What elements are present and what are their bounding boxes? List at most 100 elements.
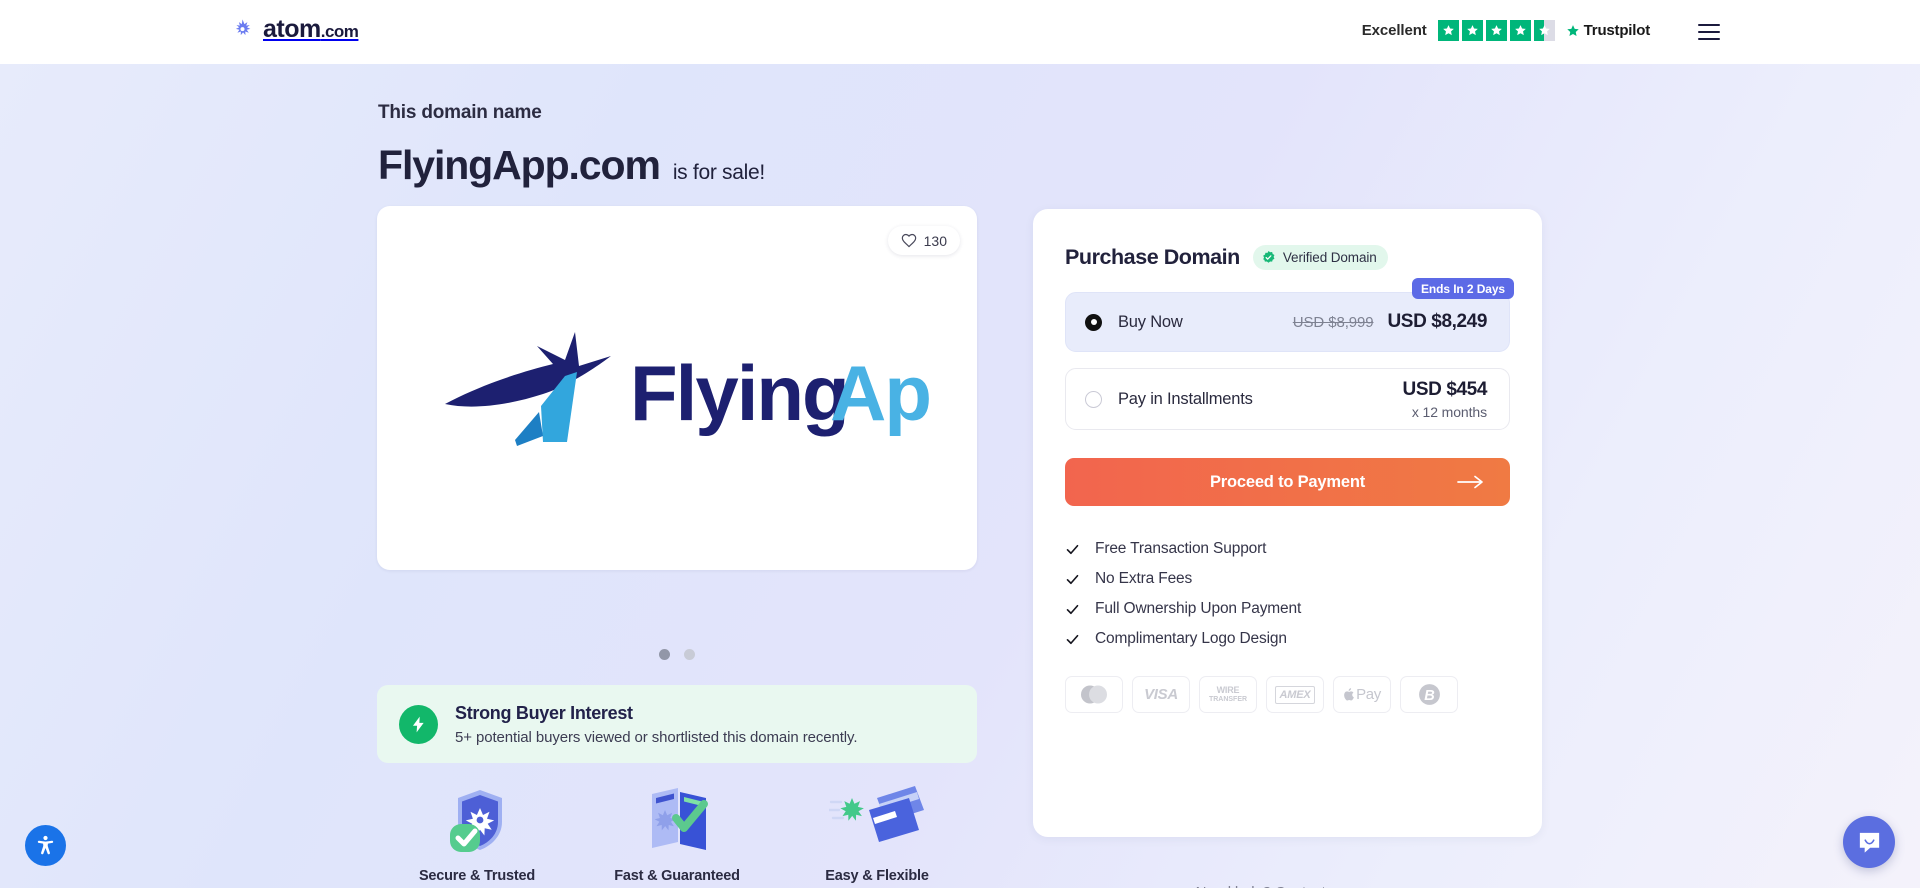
for-sale-text: is for sale! — [672, 161, 765, 184]
buyer-interest-subtitle: 5+ potential buyers viewed or shortliste… — [455, 728, 858, 746]
chat-bubble-icon — [1859, 832, 1879, 853]
trustpilot-logo: Trustpilot — [1566, 22, 1650, 39]
site-header: atom.com Excellent Trustpilot — [0, 0, 1920, 64]
trustpilot-star-icon — [1566, 24, 1579, 36]
trustpilot-name: Trustpilot — [1583, 22, 1651, 39]
carousel-dot[interactable] — [659, 649, 670, 660]
shield-check-icon — [436, 782, 518, 856]
wire-label: WIRE — [1216, 685, 1240, 696]
domain-logo-image: Flying App — [377, 206, 977, 570]
ends-in-badge: Ends In 2 Days — [1412, 278, 1514, 299]
trust-features: Secure & TrustedTransactions Fast & Gua — [377, 782, 977, 888]
star-icon — [1461, 20, 1483, 41]
check-icon — [1066, 574, 1079, 584]
brand-tld: .com — [320, 22, 359, 41]
radio-installments[interactable] — [1085, 390, 1102, 408]
favorite-button[interactable]: 130 — [887, 226, 960, 255]
page-title: FlyingApp.com is for sale! — [378, 142, 765, 189]
buy-now-old-price: USD $8,999 — [1292, 314, 1374, 331]
feature-label: Secure & TrustedTransactions — [418, 868, 536, 888]
trustpilot-rating[interactable]: Excellent Trustpilot — [1362, 20, 1650, 41]
mastercard-icon — [1065, 676, 1123, 713]
benefit-label: Free Transaction Support — [1095, 540, 1267, 557]
page-kicker: This domain name — [378, 102, 542, 123]
heart-icon — [901, 233, 916, 247]
payment-methods: VISA WIRE TRANSFER AMEX Pay B — [1065, 676, 1510, 713]
installments-pricing: USD $454 x 12 months — [1402, 378, 1488, 420]
wire-transfer-icon: WIRE TRANSFER — [1199, 676, 1257, 713]
check-icon — [1066, 634, 1079, 644]
feature-label: Easy & FlexiblePayments — [825, 868, 929, 888]
domain-logo-carousel[interactable]: 130 Flying App — [377, 206, 977, 570]
svg-text:B: B — [1424, 688, 1435, 704]
trustpilot-stars — [1437, 20, 1555, 41]
purchase-domain-card: Purchase Domain Verified Domain Buy Now … — [1033, 209, 1542, 837]
trust-rating-word: Excellent — [1361, 22, 1427, 39]
verified-check-icon — [1263, 250, 1275, 263]
benefit-label: Full Ownership Upon Payment — [1095, 600, 1302, 617]
page-title-block: This domain name FlyingApp.com is for sa… — [378, 102, 765, 189]
buyer-interest-banner: Strong Buyer Interest 5+ potential buyer… — [377, 685, 977, 763]
svg-text:Flying: Flying — [630, 349, 848, 437]
atom-star-icon — [235, 19, 251, 36]
benefits-list: Free Transaction Support No Extra Fees F… — [1065, 534, 1510, 654]
benefit-label: No Extra Fees — [1095, 570, 1193, 587]
feature-flexible-payments: Easy & FlexiblePayments — [777, 782, 977, 888]
page-root: atom.com Excellent Trustpilot This domai… — [0, 0, 1920, 888]
star-half-icon — [1533, 20, 1555, 41]
transfer-cards-icon — [632, 782, 722, 856]
star-icon — [1437, 20, 1459, 41]
option-label-installments: Pay in Installments — [1118, 389, 1253, 408]
purchase-option-buy-now[interactable]: Buy Now USD $8,999 USD $8,249 Ends In 2 … — [1065, 278, 1514, 352]
visa-label: VISA — [1144, 686, 1178, 703]
carousel-dots — [377, 649, 977, 660]
installments-term: x 12 months — [1411, 403, 1487, 420]
favorite-count: 130 — [923, 232, 947, 249]
radio-buy-now[interactable] — [1085, 313, 1102, 331]
need-help-text: Need help? Contact us now. — [1196, 884, 1380, 888]
feature-label: Fast & GuaranteedTransfers — [614, 868, 740, 888]
verified-domain-badge: Verified Domain — [1252, 245, 1388, 270]
purchase-title: Purchase Domain — [1065, 245, 1240, 269]
amex-label: AMEX — [1274, 685, 1316, 704]
apple-pay-icon: Pay — [1333, 676, 1391, 713]
benefit-label: Complimentary Logo Design — [1095, 630, 1287, 647]
carousel-dot[interactable] — [684, 649, 695, 660]
accessibility-icon — [37, 835, 54, 855]
amex-icon: AMEX — [1266, 676, 1324, 713]
check-icon — [1066, 604, 1079, 614]
purchase-option-installments[interactable]: Pay in Installments USD $454 x 12 months — [1065, 368, 1510, 430]
proceed-to-payment-button[interactable]: Proceed to Payment — [1065, 458, 1510, 506]
check-icon — [1066, 544, 1079, 554]
brand-logo[interactable]: atom.com — [231, 15, 359, 43]
buy-now-price: USD $8,249 — [1387, 311, 1487, 332]
verified-domain-label: Verified Domain — [1282, 250, 1377, 265]
benefit-item: Free Transaction Support — [1065, 534, 1510, 564]
credit-cards-icon — [829, 782, 925, 856]
buyer-interest-title: Strong Buyer Interest — [455, 702, 633, 723]
purchase-card-header: Purchase Domain Verified Domain — [1065, 245, 1510, 270]
benefit-item: Complimentary Logo Design — [1065, 624, 1510, 654]
buy-now-pricing: USD $8,999 USD $8,249 — [1292, 311, 1488, 333]
bitcoin-icon: B — [1400, 676, 1458, 713]
brand-name: atom.com — [263, 15, 359, 43]
main-content: This domain name FlyingApp.com is for sa… — [0, 64, 1920, 888]
option-label-buy-now: Buy Now — [1118, 312, 1183, 331]
benefit-item: No Extra Fees — [1065, 564, 1510, 594]
feature-secure-transactions: Secure & TrustedTransactions — [377, 782, 577, 888]
feature-fast-transfers: Fast & GuaranteedTransfers — [577, 782, 777, 888]
chat-widget-button[interactable] — [1843, 816, 1895, 868]
star-icon — [1485, 20, 1507, 41]
svg-text:App: App — [830, 349, 930, 437]
lightning-bolt-icon — [399, 704, 438, 744]
domain-name: FlyingApp.com — [378, 142, 661, 188]
installments-price: USD $454 — [1402, 378, 1488, 400]
visa-icon: VISA — [1132, 676, 1190, 713]
apple-pay-label: Pay — [1356, 686, 1381, 703]
accessibility-button[interactable] — [25, 825, 66, 866]
benefit-item: Full Ownership Upon Payment — [1065, 594, 1510, 624]
wire-sublabel: TRANSFER — [1208, 695, 1248, 703]
arrow-right-icon — [1457, 475, 1484, 489]
hamburger-menu-icon[interactable] — [1698, 24, 1720, 40]
need-help-divider: Need help? Contact us now. — [1033, 884, 1542, 888]
